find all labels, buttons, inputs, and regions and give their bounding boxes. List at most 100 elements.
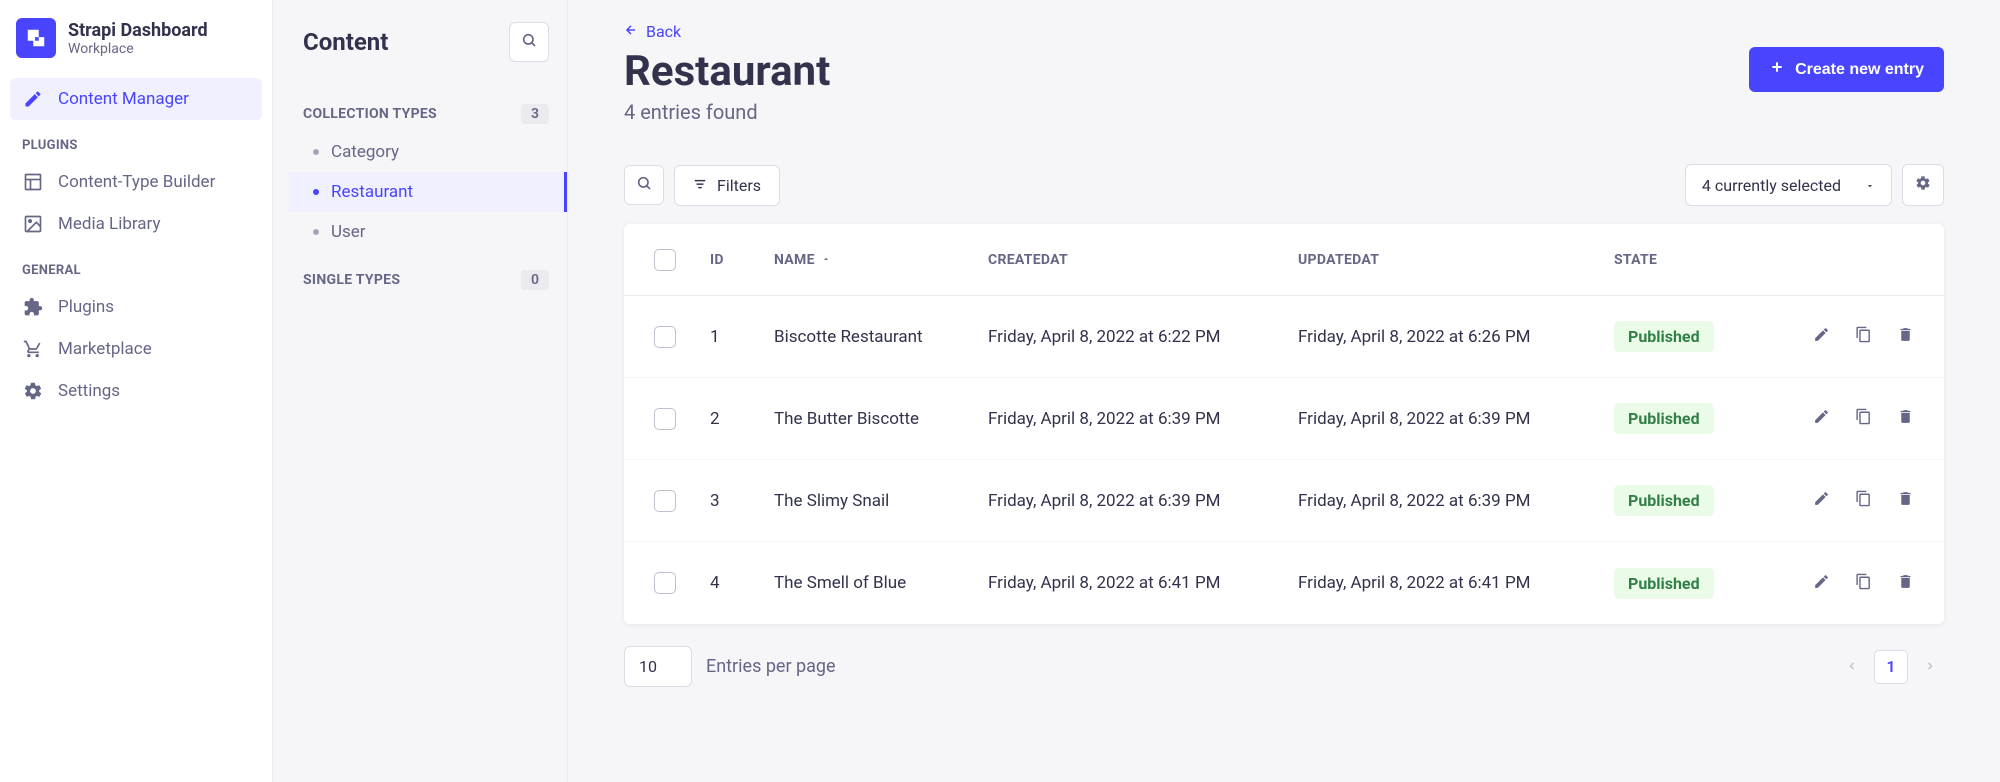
cell-name: The Smell of Blue [774,573,988,593]
table-row[interactable]: 4The Smell of BlueFriday, April 8, 2022 … [624,542,1944,624]
page-title: Restaurant [624,47,830,96]
cell-id: 3 [710,491,774,511]
bullet-icon [313,149,319,155]
cell-updatedat: Friday, April 8, 2022 at 6:26 PM [1298,327,1614,347]
plugins-section-label: PLUGINS [10,120,262,161]
content-type-label: User [331,222,366,242]
column-name[interactable]: NAME [774,252,988,268]
nav-label: Media Library [58,214,161,234]
nav-label: Settings [58,381,120,401]
cell-updatedat: Friday, April 8, 2022 at 6:39 PM [1298,491,1614,511]
general-section-label: GENERAL [10,245,262,286]
nav-label: Content-Type Builder [58,172,215,192]
workspace-name: Workplace [68,41,208,57]
delete-button[interactable] [1896,328,1914,346]
create-entry-button[interactable]: Create new entry [1749,47,1944,92]
brand[interactable]: Strapi Dashboard Workplace [10,12,262,64]
search-icon [521,32,537,52]
bullet-icon [313,229,319,235]
content-panel-title: Content [289,28,388,56]
cell-state: Published [1614,485,1774,516]
cell-updatedat: Friday, April 8, 2022 at 6:39 PM [1298,409,1614,429]
pencil-square-icon [22,88,44,110]
column-createdat[interactable]: CREATEDAT [988,252,1298,268]
columns-selected-dropdown[interactable]: 4 currently selected [1685,164,1892,206]
nav-settings[interactable]: Settings [10,370,262,412]
copy-button[interactable] [1854,410,1872,428]
per-page-label: Entries per page [706,656,836,677]
single-types-count: 0 [521,270,549,290]
next-page-button[interactable] [1916,653,1944,681]
copy-button[interactable] [1854,492,1872,510]
per-page-value: 10 [639,657,657,676]
content-type-category[interactable]: Category [289,132,567,172]
nav-content-manager[interactable]: Content Manager [10,78,262,120]
edit-button[interactable] [1812,410,1830,428]
cell-name: The Butter Biscotte [774,409,988,429]
status-badge: Published [1614,321,1714,352]
cell-state: Published [1614,403,1774,434]
edit-button[interactable] [1812,328,1830,346]
table-search-button[interactable] [624,165,664,205]
trash-icon [1897,573,1914,594]
cell-id: 4 [710,573,774,593]
edit-button[interactable] [1812,492,1830,510]
delete-button[interactable] [1896,410,1914,428]
nav-plugins[interactable]: Plugins [10,286,262,328]
cell-name: Biscotte Restaurant [774,327,988,347]
prev-page-button[interactable] [1838,653,1866,681]
table-settings-button[interactable] [1902,164,1944,206]
image-icon [22,213,44,235]
status-badge: Published [1614,485,1714,516]
trash-icon [1897,490,1914,511]
nav-marketplace[interactable]: Marketplace [10,328,262,370]
copy-icon [1855,490,1872,511]
column-state[interactable]: STATE [1614,252,1774,268]
nav-content-type-builder[interactable]: Content-Type Builder [10,161,262,203]
row-checkbox[interactable] [654,408,676,430]
status-badge: Published [1614,568,1714,599]
select-all-checkbox[interactable] [654,249,676,271]
pencil-icon [1813,573,1830,594]
content-type-user[interactable]: User [289,212,567,252]
content-type-restaurant[interactable]: Restaurant [289,172,567,212]
page-subtitle: 4 entries found [624,100,830,124]
chevron-left-icon [1846,657,1858,676]
per-page-select[interactable]: 10 [624,646,692,687]
cell-createdat: Friday, April 8, 2022 at 6:39 PM [988,491,1298,511]
content-search-button[interactable] [509,22,549,62]
copy-icon [1855,408,1872,429]
pencil-icon [1813,326,1830,347]
content-type-label: Restaurant [331,182,413,202]
trash-icon [1897,408,1914,429]
copy-button[interactable] [1854,574,1872,592]
entries-table: ID NAME CREATEDAT UPDATEDAT STATE 1Bisco… [624,224,1944,624]
nav-media-library[interactable]: Media Library [10,203,262,245]
back-link[interactable]: Back [624,22,681,41]
delete-button[interactable] [1896,574,1914,592]
row-checkbox[interactable] [654,490,676,512]
delete-button[interactable] [1896,492,1914,510]
row-checkbox[interactable] [654,326,676,348]
trash-icon [1897,326,1914,347]
column-id[interactable]: ID [710,252,774,268]
cart-icon [22,338,44,360]
strapi-logo-icon [16,18,56,58]
table-row[interactable]: 3The Slimy SnailFriday, April 8, 2022 at… [624,460,1944,542]
page-number[interactable]: 1 [1874,650,1908,684]
copy-button[interactable] [1854,328,1872,346]
edit-button[interactable] [1812,574,1830,592]
filters-button[interactable]: Filters [674,165,780,206]
search-icon [636,175,652,195]
row-checkbox[interactable] [654,572,676,594]
arrow-left-icon [624,22,638,41]
puzzle-icon [22,296,44,318]
layout-icon [22,171,44,193]
cell-state: Published [1614,321,1774,352]
table-row[interactable]: 2The Butter BiscotteFriday, April 8, 202… [624,378,1944,460]
plus-icon [1769,59,1785,80]
table-row[interactable]: 1Biscotte RestaurantFriday, April 8, 202… [624,296,1944,378]
pencil-icon [1813,408,1830,429]
column-updatedat[interactable]: UPDATEDAT [1298,252,1614,268]
copy-icon [1855,326,1872,347]
